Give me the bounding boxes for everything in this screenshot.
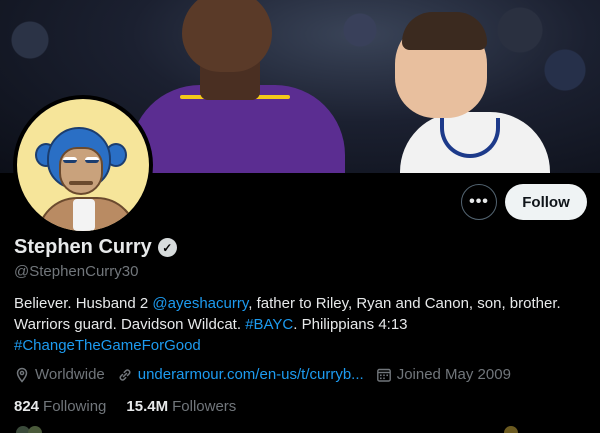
following-label: Following [43,398,107,415]
ape-face [59,147,103,195]
verified-badge-icon[interactable]: ✓ [157,238,177,257]
profile-handle: @StephenCurry30 [14,263,139,280]
follow-button[interactable]: Follow [505,184,587,220]
followers-count: 15.4M [126,398,169,415]
following-link[interactable]: 824 Following [14,398,106,415]
website-link[interactable]: underarmour.com/en-us/t/curryb... [138,366,364,383]
follower-avatar [28,426,42,433]
followers-label: Followers [172,398,237,415]
bio-text: , father to Riley, Ryan and Canon, son, … [248,295,561,312]
follower-avatar [504,426,518,433]
ape-shirt [73,199,95,231]
followers-link[interactable]: 15.4M Followers [126,398,236,415]
more-options-button[interactable]: ••• [461,184,497,220]
display-name: Stephen Curry [14,236,152,258]
ape-right-eye [85,157,99,163]
following-count: 824 [14,398,40,415]
joined-text: Joined May 2009 [396,366,511,383]
bio-hashtag-link[interactable]: #BAYC [245,316,293,333]
profile-bio: Believer. Husband 2 @ayeshacurry, father… [14,293,594,356]
bio-text: . Philippians 4:13 [293,316,408,333]
bio-text: Warriors guard. Davidson Wildcat. [14,316,246,333]
followed-by-row-cutoff [14,426,594,433]
joined-item: Joined May 2009 [376,366,511,383]
calendar-icon [376,367,392,383]
link-icon [117,367,133,383]
follow-counts: 824 Following 15.4M Followers [14,398,236,415]
ape-left-eye [63,157,77,163]
website-item: underarmour.com/en-us/t/curryb... [117,366,364,383]
more-dots-icon: ••• [469,193,489,210]
location-item: Worldwide [14,366,105,383]
location-text: Worldwide [35,366,105,383]
banner-player-right-hair [402,12,487,50]
bio-hashtag-link[interactable]: #ChangeTheGameForGood [14,337,201,354]
profile-name-row: Stephen Curry ✓ [14,236,177,259]
bored-ape-avatar-image [17,99,149,231]
banner-player-left-head [182,0,272,72]
location-pin-icon [14,367,30,383]
profile-meta: Worldwide underarmour.com/en-us/t/curryb… [14,366,523,383]
ape-mouth [69,181,93,185]
bio-text: Believer. Husband 2 [14,295,153,312]
profile-avatar[interactable] [13,95,153,235]
bio-mention-link[interactable]: @ayeshacurry [152,295,248,312]
